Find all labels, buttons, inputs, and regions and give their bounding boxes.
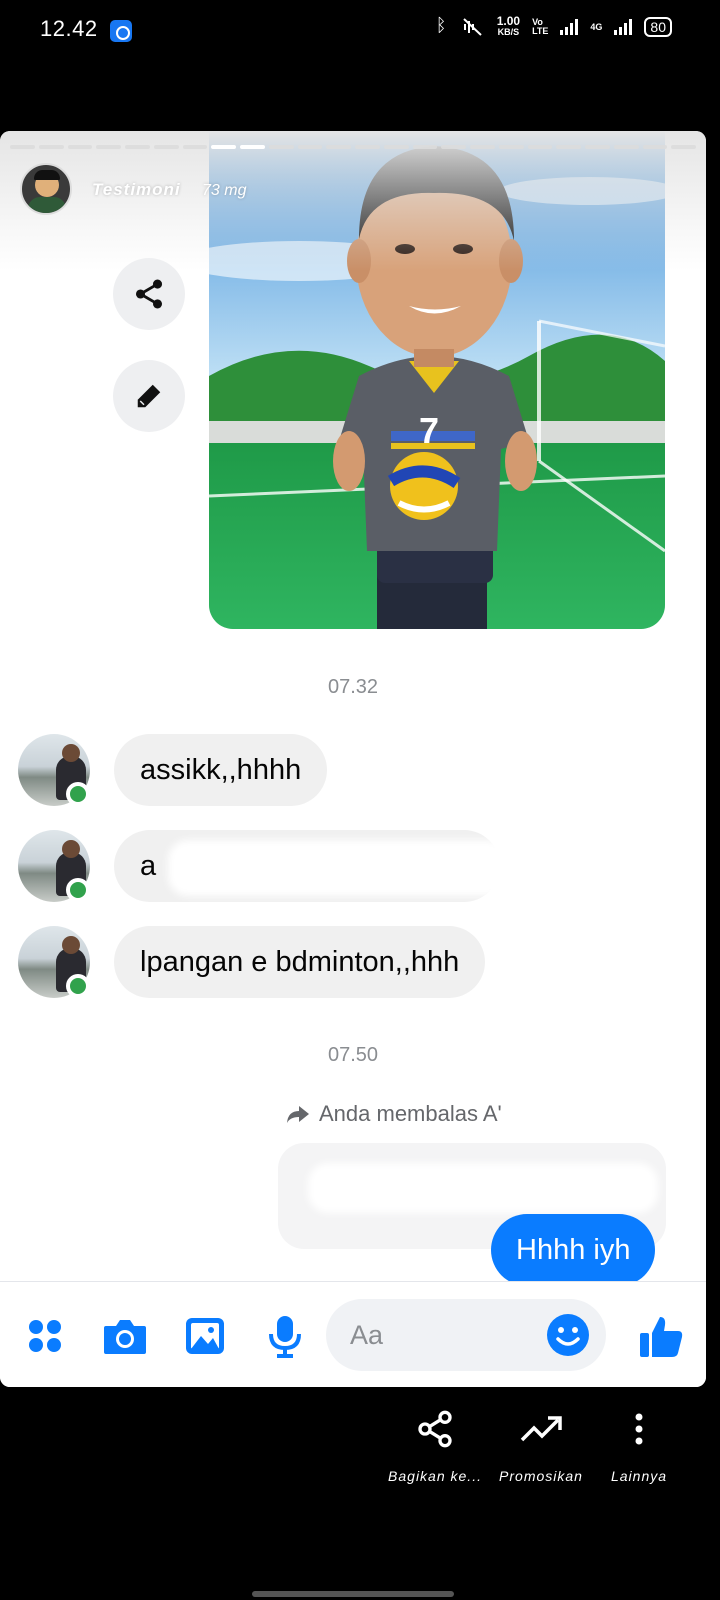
signal-icon-2 [614,19,633,35]
progress-segment [38,145,64,149]
redaction-smudge [308,1163,658,1213]
progress-segment [182,145,208,149]
share-to-label: Bagikan ke... [388,1468,482,1484]
progress-segment [153,145,179,149]
more-options-button[interactable] [21,1312,69,1360]
more-vertical-icon [635,1413,643,1445]
status-icons: 1.00 KB/S Vo LTE 4G 80 [435,14,672,38]
like-button[interactable] [637,1312,685,1360]
message-input-placeholder: Aa [350,1320,384,1350]
timestamp: 07.32 [327,676,379,698]
like-icon [640,1317,683,1357]
message-composer: Aa [0,1281,706,1387]
share-button[interactable] [113,258,185,330]
battery-indicator: 80 [644,17,672,37]
svg-text:7: 7 [419,410,439,451]
share-icon [418,1410,452,1448]
bluetooth-icon [435,15,449,36]
progress-segment [527,145,553,149]
online-status-dot [66,974,90,998]
progress-segment [383,145,409,149]
emoji-button[interactable] [544,1311,592,1359]
story-header-fade [0,131,706,271]
story-age: 73 mg [202,182,247,199]
progress-segment [326,145,351,149]
online-status-dot [66,878,90,902]
share-icon [135,279,163,309]
reply-arrow-icon [287,1106,309,1123]
camera-button[interactable] [101,1312,149,1360]
redaction-smudge [168,840,508,896]
voice-button[interactable] [261,1312,309,1360]
promote-button[interactable]: Promosikan [486,1400,596,1484]
microphone-icon [269,1316,301,1358]
net-speed: 1.00 KB/S [496,14,521,37]
gallery-icon [186,1318,224,1354]
incoming-message-bubble[interactable]: assikk,,hhhh [114,734,328,806]
story-author-name[interactable]: Testimoni [92,180,181,200]
status-time: 12.42 [40,16,98,41]
edit-button[interactable] [113,360,185,432]
progress-segment [240,145,265,149]
home-indicator[interactable] [252,1591,454,1597]
progress-segment [585,145,610,149]
progress-segment [355,145,380,149]
more-button[interactable]: Lainnya [584,1400,694,1484]
progress-segment [556,145,581,149]
outgoing-message-bubble[interactable]: Hhhh iyh [491,1214,656,1286]
incoming-message-bubble[interactable]: lpangan e bdminton,,hhh [114,926,486,998]
more-label: Lainnya [610,1468,668,1484]
progress-segment [470,145,495,149]
timestamp: 07.50 [327,1044,379,1066]
camera-icon [104,1320,146,1354]
message-input[interactable]: Aa [326,1299,606,1371]
menu-icon [29,1320,61,1352]
progress-segment [642,145,668,149]
online-status-dot [66,782,90,806]
progress-segment [10,145,35,149]
progress-segment [96,145,121,149]
progress-segment [412,145,438,149]
reply-indicator: Anda membalas A' [285,1101,502,1127]
progress-segment [297,145,323,149]
progress-segment [441,145,466,149]
story-progress-bar [10,145,696,149]
mute-vibrate-icon [463,18,482,36]
trending-up-icon [520,1416,562,1442]
story-card[interactable]: 7 Testimoni 73 mg 07.32 assikk,,hhhh a l… [0,131,706,1387]
progress-segment [211,145,236,149]
share-to-button[interactable]: Bagikan ke... [380,1400,490,1484]
emoji-icon [547,1314,589,1356]
signal-icon-1 [560,19,579,35]
story-author-avatar[interactable] [20,163,72,215]
progress-segment [498,145,524,149]
network-type: 4G [590,22,603,32]
volte-indicator: Vo LTE [532,17,549,36]
progress-segment [613,145,639,149]
progress-segment [268,145,294,149]
reply-label-text: Anda membalas A' [319,1101,502,1126]
status-bar: 12.42 1.00 KB/S Vo LTE 4G 80 [0,0,720,62]
story-actions-bar: Bagikan ke... Promosikan Lainnya [0,1400,720,1520]
messenger-notification-icon [110,20,132,42]
redaction-smudge [520,1099,650,1127]
progress-segment [125,145,150,149]
progress-segment [67,145,93,149]
progress-segment [671,145,696,149]
gallery-button[interactable] [181,1312,229,1360]
promote-label: Promosikan [499,1468,583,1484]
pencil-icon [137,384,161,408]
